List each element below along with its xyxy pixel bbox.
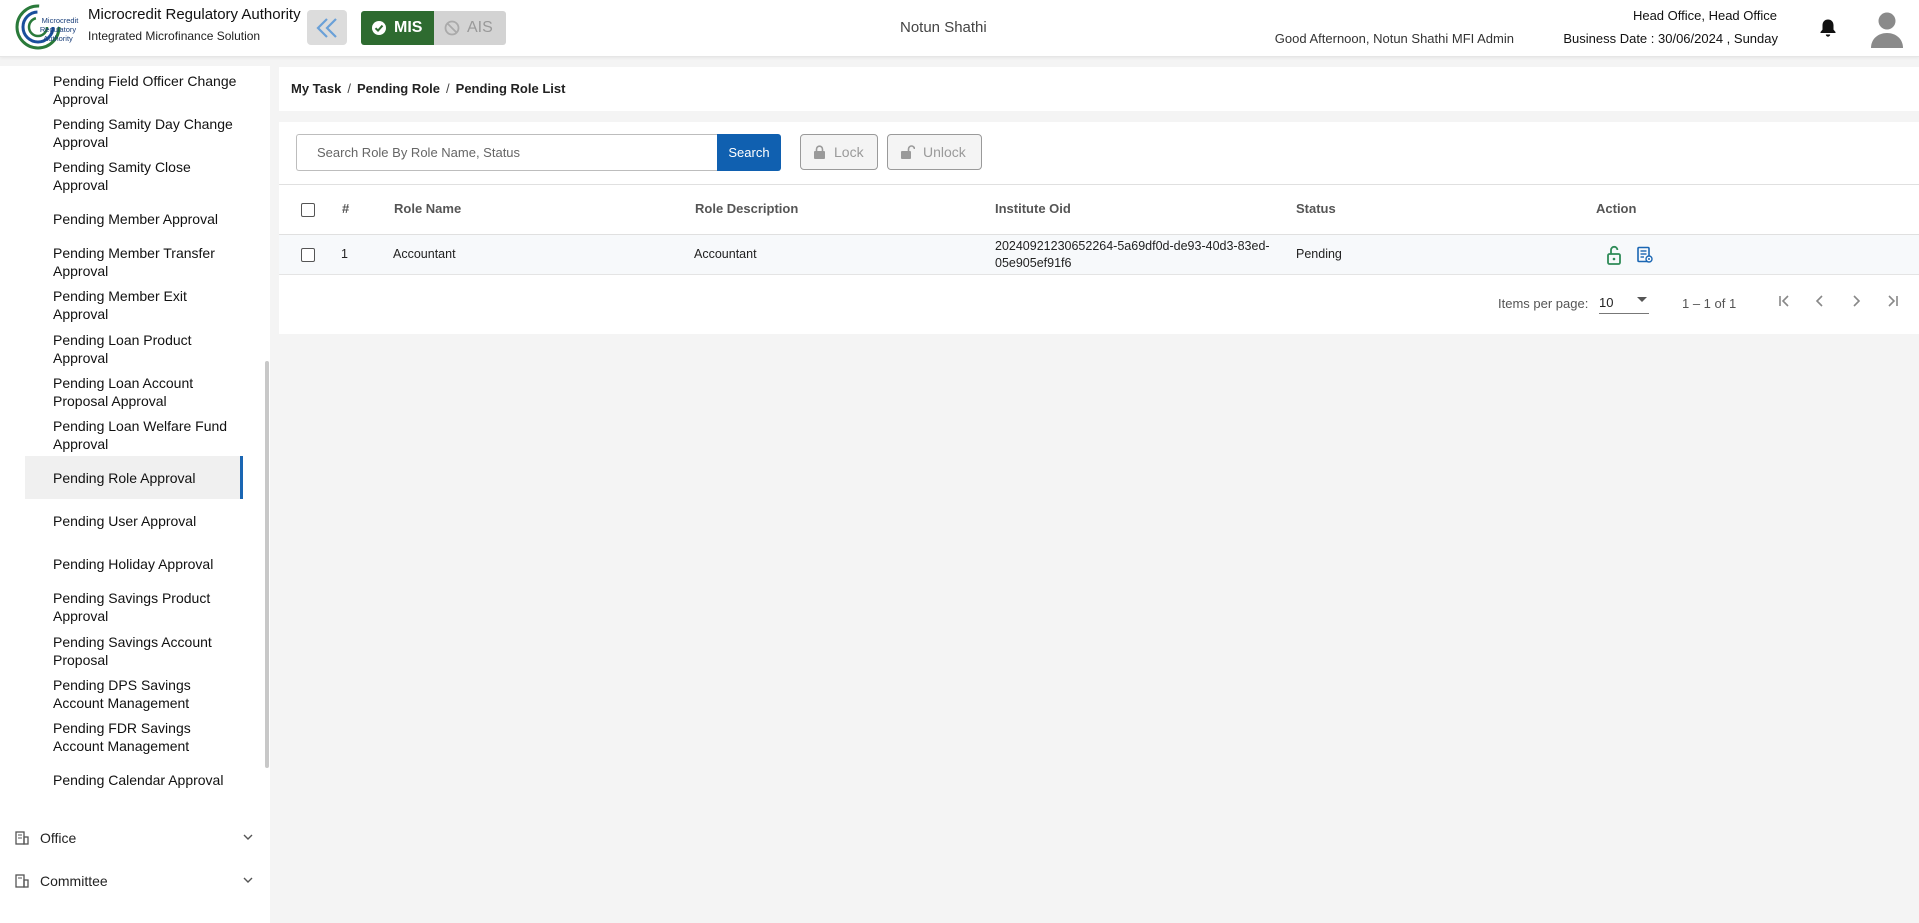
business-date: Business Date : 30/06/2024 , Sunday	[1563, 31, 1778, 46]
office-building-icon	[15, 831, 29, 845]
breadcrumb-separator: /	[446, 81, 450, 96]
sidebar-group-office-label: Office	[40, 830, 77, 846]
chevron-left-icon	[1815, 295, 1823, 307]
chevron-right-icon	[1853, 295, 1861, 307]
sidebar-item-member-exit[interactable]: Pending Member Exit Approval	[25, 284, 243, 326]
column-header-role-description[interactable]: Role Description	[695, 201, 798, 216]
column-header-role-name[interactable]: Role Name	[394, 201, 461, 216]
breadcrumb: My Task / Pending Role / Pending Role Li…	[291, 81, 565, 96]
user-avatar-icon[interactable]	[1870, 10, 1904, 48]
check-circle-icon	[372, 21, 386, 35]
column-header-index: #	[342, 201, 350, 216]
ais-mode-label: AIS	[467, 19, 493, 36]
breadcrumb-pending-role[interactable]: Pending Role	[357, 81, 440, 96]
brand-subtitle: Integrated Microfinance Solution	[88, 29, 261, 43]
sidebar-item-dps-savings[interactable]: Pending DPS Savings Account Management	[25, 673, 243, 715]
block-icon	[444, 20, 460, 36]
sidebar-group-committee[interactable]: Committee	[14, 867, 254, 895]
sidebar-group-committee-label: Committee	[40, 873, 108, 889]
sidebar-item-field-officer-change[interactable]: Pending Field Officer Change Approval	[25, 69, 243, 111]
sidebar-item-user-approval[interactable]: Pending User Approval	[25, 500, 243, 542]
row-index: 1	[341, 247, 348, 261]
items-per-page-label: Items per page:	[1498, 296, 1589, 311]
dropdown-arrow-icon	[1637, 297, 1647, 302]
row-role-name: Accountant	[393, 247, 456, 261]
collapse-sidebar-button[interactable]	[307, 10, 347, 45]
brand-title: Microcredit Regulatory Authority	[88, 6, 301, 23]
unlock-icon	[901, 144, 915, 159]
items-per-page-select[interactable]: 10	[1599, 290, 1649, 314]
row-status: Pending	[1296, 247, 1342, 261]
sidebar-item-role-approval[interactable]: Pending Role Approval	[25, 456, 243, 499]
module-switch: MIS AIS	[361, 11, 506, 45]
logo-text-line3: Authority	[43, 34, 73, 43]
sidebar-item-holiday-approval[interactable]: Pending Holiday Approval	[25, 543, 243, 585]
search-button[interactable]: Search	[717, 134, 781, 171]
breadcrumb-bar: My Task / Pending Role / Pending Role Li…	[279, 67, 1919, 111]
column-header-action: Action	[1596, 201, 1637, 216]
chevron-down-icon	[243, 877, 253, 883]
column-header-institute-oid[interactable]: Institute Oid	[995, 201, 1071, 216]
lock-icon	[814, 144, 825, 159]
row-institute-oid-line2: 05e905ef91f6	[995, 256, 1072, 270]
breadcrumb-my-task[interactable]: My Task	[291, 81, 341, 96]
mis-mode-label: MIS	[394, 19, 423, 36]
sidebar-item-savings-account-proposal[interactable]: Pending Savings Account Proposal	[25, 630, 243, 672]
committee-icon	[15, 874, 29, 888]
first-page-icon	[1779, 295, 1789, 307]
sidebar-item-loan-welfare-fund[interactable]: Pending Loan Welfare Fund Approval	[25, 414, 243, 456]
sidebar-item-loan-product[interactable]: Pending Loan Product Approval	[25, 328, 243, 370]
sidebar-item-savings-product[interactable]: Pending Savings Product Approval	[25, 586, 243, 628]
ais-mode-button[interactable]: AIS	[434, 11, 506, 45]
sidebar-item-calendar-approval[interactable]: Pending Calendar Approval	[25, 759, 243, 801]
sidebar-item-loan-account-proposal[interactable]: Pending Loan Account Proposal Approval	[25, 371, 243, 413]
logo-text-line1: Microcredit	[42, 16, 80, 25]
chevron-down-icon	[243, 834, 253, 840]
sidebar-item-samity-close[interactable]: Pending Samity Close Approval	[25, 155, 243, 197]
previous-page-button[interactable]	[1807, 288, 1833, 314]
last-page-icon	[1888, 295, 1898, 307]
select-all-checkbox[interactable]	[301, 203, 315, 217]
unlock-button-label: Unlock	[923, 144, 966, 160]
sidebar-scrollbar[interactable]	[265, 361, 269, 768]
items-per-page-value: 10	[1599, 295, 1614, 310]
next-page-button[interactable]	[1843, 288, 1869, 314]
view-details-icon[interactable]	[1636, 246, 1654, 264]
row-role-description: Accountant	[694, 247, 757, 261]
page-range: 1 – 1 of 1	[1682, 296, 1737, 311]
mra-logo-icon: Microcredit Regulatory Authority	[15, 4, 80, 50]
double-chevron-left-icon	[316, 17, 337, 38]
column-header-status[interactable]: Status	[1296, 201, 1336, 216]
sidebar-item-member-approval[interactable]: Pending Member Approval	[25, 198, 243, 240]
search-input[interactable]	[296, 134, 717, 171]
greeting-text: Good Afternoon, Notun Shathi MFI Admin	[1274, 31, 1514, 46]
mis-mode-button[interactable]: MIS	[361, 11, 434, 45]
lock-button-label: Lock	[834, 144, 864, 160]
sidebar-group-office[interactable]: Office	[14, 824, 254, 852]
logo-text-line2: Regulatory	[40, 25, 77, 34]
sidebar-item-member-transfer[interactable]: Pending Member Transfer Approval	[25, 241, 243, 283]
breadcrumb-pending-role-list: Pending Role List	[455, 81, 566, 96]
last-page-button[interactable]	[1879, 288, 1905, 314]
first-page-button[interactable]	[1772, 288, 1798, 314]
row-institute-oid-line1: 20240921230652264-5a69df0d-de93-40d3-83e…	[995, 239, 1270, 253]
institute-name: Notun Shathi	[900, 19, 987, 36]
sidebar-item-fdr-savings[interactable]: Pending FDR Savings Account Management	[25, 716, 243, 758]
row-select-checkbox[interactable]	[301, 248, 315, 262]
top-header: Microcredit Regulatory Authority Microcr…	[0, 0, 1919, 57]
lock-button[interactable]: Lock	[800, 134, 878, 170]
role-list-card: Search Lock Unlock # Role Name Role Desc…	[279, 122, 1919, 334]
breadcrumb-separator: /	[347, 81, 351, 96]
sidebar-item-samity-day-change[interactable]: Pending Samity Day Change Approval	[25, 112, 243, 154]
notification-bell-icon[interactable]	[1819, 18, 1837, 38]
sidebar: Pending Field Officer Change Approval Pe…	[0, 66, 270, 923]
table-header: # Role Name Role Description Institute O…	[279, 184, 1919, 235]
office-name: Head Office, Head Office	[1632, 8, 1777, 23]
table-row[interactable]: 1 Accountant Accountant 2024092123065226…	[279, 235, 1919, 275]
unlock-action-icon[interactable]	[1606, 245, 1622, 265]
unlock-button[interactable]: Unlock	[887, 134, 982, 170]
